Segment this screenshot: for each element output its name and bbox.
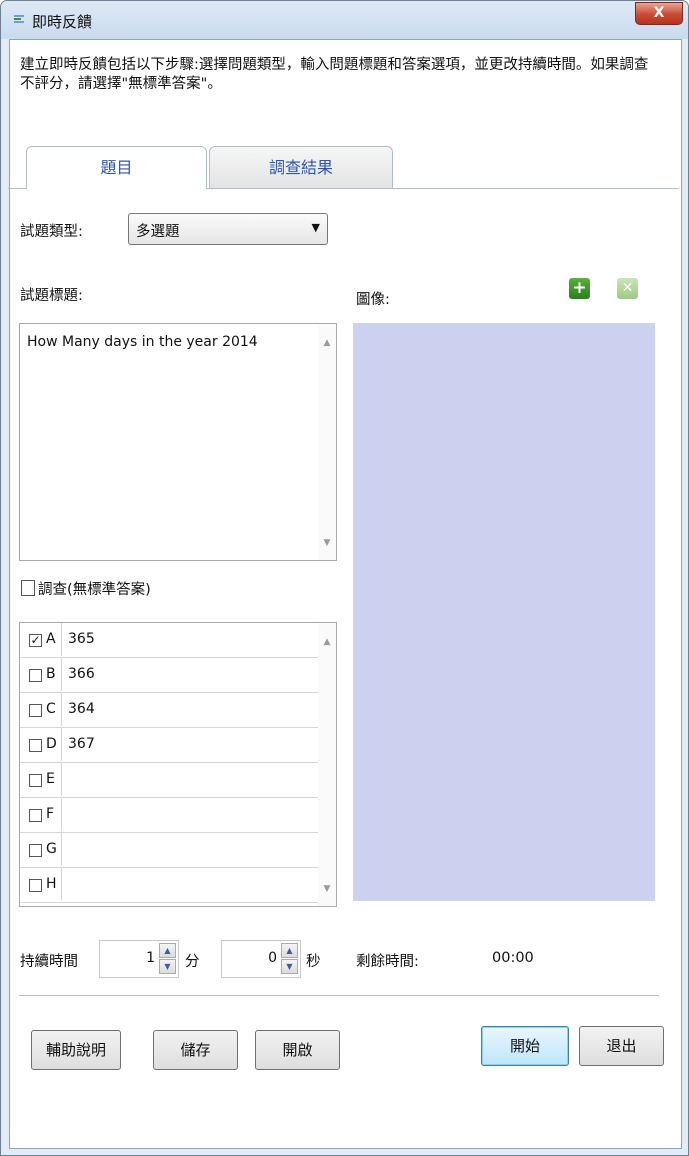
answers-scrollbar[interactable]: ▲ ▼: [318, 623, 336, 906]
exit-button[interactable]: 退出: [579, 1026, 664, 1066]
seconds-down-icon[interactable]: ▼: [281, 959, 298, 974]
minutes-spin-buttons[interactable]: ▲ ▼: [159, 943, 176, 975]
answer-field-a[interactable]: [61, 623, 319, 656]
answer-letter: C: [46, 701, 56, 717]
answer-letter: G: [46, 841, 57, 857]
save-button[interactable]: 儲存: [153, 1030, 238, 1070]
answer-letter: E: [46, 771, 55, 787]
intro-text: 建立即時反饋包括以下步驟:選擇問題類型，輸入問題標題和答案選項，並更改持續時間。…: [20, 57, 649, 92]
answer-field-f[interactable]: [61, 798, 319, 831]
answer-checkbox-e[interactable]: [29, 774, 42, 787]
answer-row-h: H: [20, 868, 319, 903]
answer-field-d[interactable]: [61, 728, 319, 761]
question-title-input[interactable]: How Many days in the year 2014 ▲ ▼: [19, 323, 337, 561]
answer-row-b: B 366: [20, 658, 319, 693]
seconds-stepper[interactable]: 0 ▲ ▼: [221, 940, 301, 978]
scroll-down-icon[interactable]: ▼: [318, 538, 336, 548]
close-button[interactable]: X: [635, 2, 683, 25]
answer-row-e: E: [20, 763, 319, 798]
start-button[interactable]: 開始: [481, 1026, 569, 1066]
answer-checkbox-c[interactable]: [29, 704, 42, 717]
image-label: 圖像:: [356, 292, 390, 308]
answer-row-a: ✓ A 365: [20, 623, 319, 658]
question-type-label: 試題類型:: [20, 224, 83, 240]
remaining-time-value: 00:00: [492, 950, 534, 966]
answer-value: 366: [68, 666, 95, 682]
answer-letter: F: [46, 806, 55, 822]
answer-letter: H: [46, 876, 57, 892]
survey-checkbox[interactable]: [21, 580, 35, 596]
answer-field-e[interactable]: [61, 763, 319, 796]
question-type-value: 多選題: [136, 224, 180, 240]
minutes-down-icon[interactable]: ▼: [159, 959, 176, 974]
question-title-label: 試題標題:: [20, 288, 83, 304]
answer-checkbox-b[interactable]: [29, 669, 42, 682]
answer-row-g: G: [20, 833, 319, 868]
answer-checkbox-d[interactable]: [29, 739, 42, 752]
seconds-value: 0: [268, 950, 277, 966]
duration-label: 持續時間: [20, 954, 78, 970]
x-icon[interactable]: ✕: [617, 278, 638, 299]
answer-field-c[interactable]: [61, 693, 319, 726]
answer-checkbox-f[interactable]: [29, 809, 42, 822]
answer-value: 364: [68, 701, 95, 717]
image-panel[interactable]: [353, 323, 655, 901]
dropdown-arrow-icon: ▼: [311, 221, 320, 234]
tab-survey-results[interactable]: 調查結果: [209, 146, 393, 188]
minutes-value: 1: [146, 950, 155, 966]
minutes-stepper[interactable]: 1 ▲ ▼: [99, 940, 179, 978]
scroll-up-icon[interactable]: ▲: [318, 637, 336, 647]
remaining-time-label: 剩餘時間:: [356, 954, 419, 970]
open-button[interactable]: 開啟: [255, 1030, 340, 1070]
answer-letter: D: [46, 736, 57, 752]
answer-checkbox-a[interactable]: ✓: [29, 634, 42, 647]
tab-question[interactable]: 題目: [26, 146, 207, 189]
seconds-unit: 秒: [306, 954, 321, 970]
scroll-up-icon[interactable]: ▲: [318, 338, 336, 348]
answer-field-g[interactable]: [61, 833, 319, 866]
answer-letter: A: [46, 631, 56, 647]
minutes-up-icon[interactable]: ▲: [159, 943, 176, 958]
answer-value: 365: [68, 631, 95, 647]
plus-icon[interactable]: +: [569, 278, 590, 299]
question-type-select[interactable]: 多選題 ▼: [128, 213, 328, 245]
answer-row-d: D 367: [20, 728, 319, 763]
answer-list: ✓ A 365 B 366 C 364 D 367 E F G H ▲ ▼: [19, 622, 337, 907]
footer-separator: [19, 995, 659, 996]
seconds-up-icon[interactable]: ▲: [281, 943, 298, 958]
scroll-down-icon[interactable]: ▼: [318, 884, 336, 894]
answer-value: 367: [68, 736, 95, 752]
answer-row-f: F: [20, 798, 319, 833]
help-button[interactable]: 輔助說明: [31, 1030, 121, 1070]
answer-letter: B: [46, 666, 56, 682]
answer-row-c: C 364: [20, 693, 319, 728]
question-title-text: How Many days in the year 2014: [27, 334, 258, 350]
window-title: 即時反饋: [32, 13, 93, 31]
seconds-spin-buttons[interactable]: ▲ ▼: [281, 943, 298, 975]
survey-label: 調查(無標準答案): [38, 582, 151, 598]
answer-checkbox-g[interactable]: [29, 844, 42, 857]
answer-checkbox-h[interactable]: [29, 879, 42, 892]
answer-field-h[interactable]: [61, 868, 319, 901]
app-icon: [14, 15, 24, 25]
title-bar: 即時反饋 X: [1, 1, 688, 39]
minutes-unit: 分: [185, 954, 200, 970]
answer-field-b[interactable]: [61, 658, 319, 691]
title-scrollbar[interactable]: ▲ ▼: [318, 324, 336, 560]
